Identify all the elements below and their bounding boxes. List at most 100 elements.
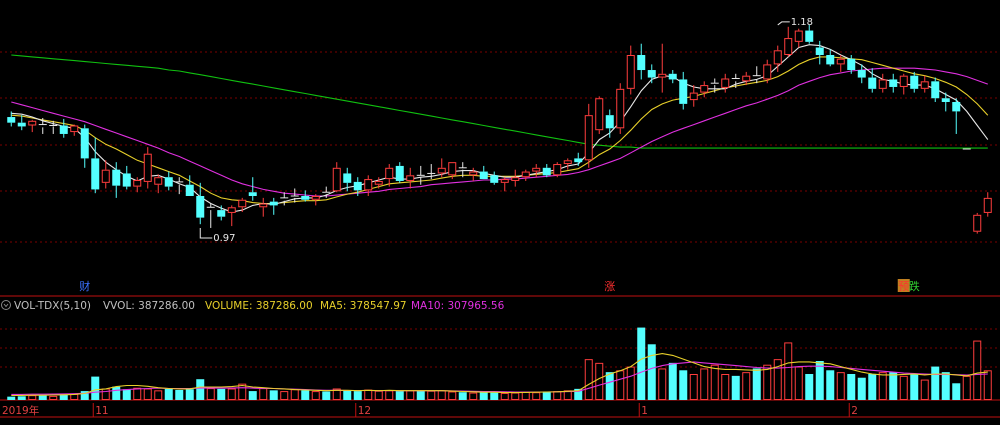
volume-bar (836, 372, 845, 400)
candle[interactable] (553, 162, 562, 178)
candle-body (332, 167, 341, 192)
volume-bar (542, 391, 551, 400)
candle[interactable] (574, 152, 583, 166)
candle[interactable] (59, 118, 68, 138)
kline-chart[interactable]: 1.18 0.97 财 涨 预跌 VOL-TDX(5,10) VVOL: 38728… (0, 0, 1000, 421)
volume-bar (910, 374, 919, 400)
volume-bar (637, 327, 646, 400)
volume-bar (752, 368, 761, 400)
candle[interactable] (595, 96, 604, 134)
candle[interactable] (794, 28, 803, 48)
candle[interactable] (983, 192, 992, 217)
candle-body (395, 165, 404, 181)
candle[interactable] (689, 85, 698, 107)
candle[interactable] (931, 77, 940, 102)
candle[interactable] (784, 26, 793, 57)
candle-body (511, 177, 520, 181)
candle[interactable] (154, 174, 163, 194)
candle-body (238, 199, 247, 208)
candle-body (941, 98, 950, 102)
indicator-name[interactable]: VOL-TDX(5,10) (14, 300, 91, 312)
candle[interactable] (175, 177, 184, 195)
candle[interactable] (973, 212, 982, 234)
candle[interactable] (658, 43, 667, 93)
candle[interactable] (238, 197, 247, 212)
candle[interactable] (227, 205, 236, 227)
candle[interactable] (469, 167, 478, 181)
candle[interactable] (122, 165, 131, 190)
volume-bar (143, 388, 152, 401)
volume-bar (700, 368, 709, 400)
candle[interactable] (521, 169, 530, 181)
candle[interactable] (301, 190, 310, 202)
candle[interactable] (80, 124, 89, 168)
candle[interactable] (332, 162, 341, 193)
candle[interactable] (616, 83, 625, 134)
candle[interactable] (164, 171, 173, 191)
candle-body (868, 77, 877, 89)
candle[interactable] (416, 165, 425, 185)
candle[interactable] (910, 71, 919, 93)
candle[interactable] (479, 165, 488, 180)
candle-body (616, 88, 625, 129)
candle[interactable] (679, 71, 688, 110)
candle[interactable] (584, 103, 593, 168)
volume-bar (511, 392, 520, 401)
candle-body (80, 128, 89, 159)
candle-body (196, 196, 205, 218)
x-axis-label: 1 (641, 405, 648, 417)
candle[interactable] (248, 177, 257, 201)
candle[interactable] (185, 175, 194, 196)
candle-body (595, 98, 604, 131)
candle[interactable] (700, 81, 709, 98)
candle[interactable] (395, 162, 404, 183)
candle[interactable] (815, 40, 824, 65)
candle[interactable] (563, 158, 572, 170)
candle[interactable] (542, 164, 551, 178)
candle[interactable] (605, 109, 614, 138)
candle[interactable] (280, 192, 289, 206)
candle[interactable] (91, 137, 100, 194)
candle[interactable] (952, 98, 961, 134)
candle[interactable] (637, 43, 646, 80)
candle[interactable] (668, 70, 677, 84)
candle[interactable] (259, 197, 268, 217)
candle[interactable] (647, 64, 656, 84)
candle[interactable] (196, 182, 205, 225)
candle[interactable] (206, 203, 215, 228)
candle[interactable] (490, 171, 499, 185)
candle-body (700, 85, 709, 93)
volume-bar (322, 391, 331, 400)
candle[interactable] (28, 119, 37, 133)
candle[interactable] (899, 73, 908, 95)
volume-bar (868, 374, 877, 400)
candle[interactable] (826, 49, 835, 67)
candle[interactable] (143, 147, 152, 189)
candle[interactable] (889, 73, 898, 93)
candle[interactable] (70, 124, 79, 136)
candle[interactable] (878, 73, 887, 93)
candle[interactable] (920, 75, 929, 93)
candle-body (878, 79, 887, 89)
volume-bars-layer[interactable] (7, 327, 992, 401)
candle[interactable] (752, 66, 761, 84)
settings-icon[interactable] (1, 300, 11, 310)
candle[interactable] (511, 169, 520, 187)
candle-body (259, 203, 268, 208)
x-axis-label: 12 (358, 405, 371, 417)
event-marker: 跌 (909, 279, 920, 293)
candle-body (133, 180, 142, 187)
candle[interactable] (217, 205, 226, 221)
candle[interactable] (269, 197, 278, 215)
volume-bar (217, 388, 226, 400)
candle[interactable] (626, 45, 635, 95)
candle[interactable] (17, 115, 26, 131)
candle[interactable] (532, 164, 541, 178)
volume-bar (805, 374, 814, 400)
candle[interactable] (721, 73, 730, 93)
candle[interactable] (500, 177, 509, 192)
candle-body (479, 171, 488, 180)
candle[interactable] (406, 167, 415, 189)
candle[interactable] (742, 71, 751, 86)
volume-bar (595, 362, 604, 401)
